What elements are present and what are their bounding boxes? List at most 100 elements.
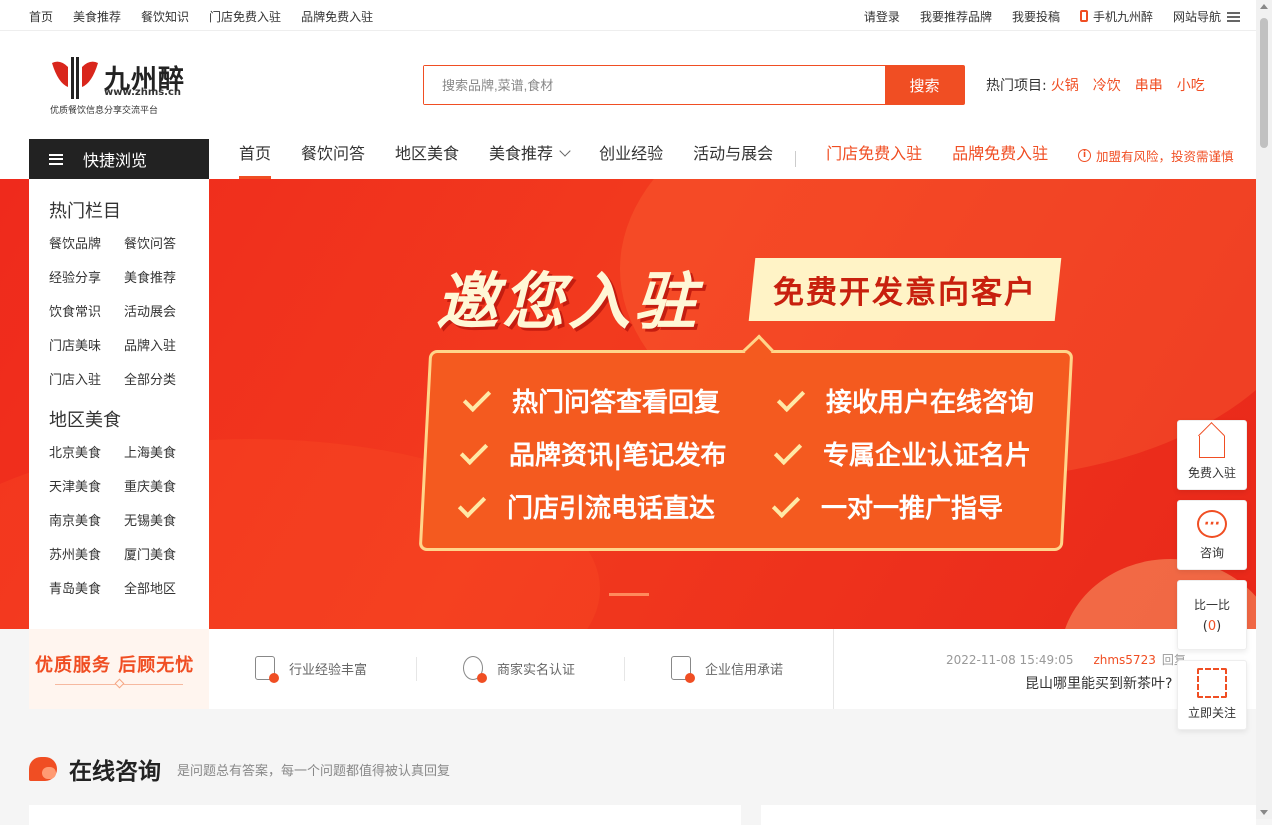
hot-item[interactable]: 小吃: [1177, 75, 1205, 95]
hot-item[interactable]: 冷饮: [1093, 75, 1121, 95]
float-consult-button[interactable]: ··· 咨询: [1177, 500, 1247, 570]
reply-time: 2022-11-08 15:49:05: [946, 653, 1074, 667]
chat-bubble-icon: [29, 757, 57, 781]
sidebar-item[interactable]: 重庆美食: [124, 476, 199, 495]
top-link-brand-join[interactable]: 品牌免费入驻: [301, 8, 373, 25]
info-icon: i: [1078, 149, 1091, 162]
sidebar-item[interactable]: 品牌入驻: [124, 335, 199, 354]
banner-feature-text: 专属企业认证名片: [823, 441, 1032, 471]
region-food-list: 北京美食 上海美食 天津美食 重庆美食 南京美食 无锡美食 苏州美食 厦门美食 …: [29, 442, 209, 597]
chevron-down-icon: [559, 145, 571, 157]
risk-warning-text: 加盟有风险，投资需谨慎: [1096, 149, 1234, 164]
hot-columns-title: 热门栏目: [49, 201, 121, 222]
search-input[interactable]: [424, 66, 886, 104]
banner-feature: 门店引流电话直达: [457, 488, 715, 525]
sidebar-item[interactable]: 餐饮品牌: [49, 233, 124, 252]
top-link-recommend[interactable]: 美食推荐: [73, 8, 121, 25]
carousel-indicator[interactable]: [609, 593, 649, 596]
nav-qa[interactable]: 餐饮问答: [301, 139, 365, 179]
mobile-link[interactable]: 手机九州醉: [1079, 8, 1153, 25]
nav-recommend-label: 美食推荐: [489, 144, 554, 163]
menu-icon: [1227, 12, 1240, 22]
site-nav-link[interactable]: 网站导航: [1173, 8, 1240, 25]
check-icon: [776, 383, 806, 412]
banner-feature-text: 一对一推广指导: [821, 494, 1004, 524]
sidebar-item[interactable]: 餐饮问答: [124, 233, 199, 252]
consult-card: [761, 805, 1256, 825]
banner-feature: 热门问答查看回复: [462, 382, 720, 419]
logo[interactable]: 九州醉 www.zhms.cn 优质餐饮信息分享交流平台: [50, 55, 190, 119]
mobile-label: 手机九州醉: [1092, 10, 1153, 24]
service-strip: 优质服务 后顾无忧 行业经验丰富 商家实名认证 企业信用承诺 2022-11-0…: [29, 629, 1256, 709]
sidebar-item[interactable]: 南京美食: [49, 510, 124, 529]
sidebar-item[interactable]: 厦门美食: [124, 544, 199, 563]
recommend-brand-link[interactable]: 我要推荐品牌: [920, 8, 992, 25]
verified-user-icon: [463, 656, 487, 683]
check-icon: [773, 436, 803, 465]
sidebar-item[interactable]: 门店美味: [49, 335, 124, 354]
sidebar-item[interactable]: 青岛美食: [49, 578, 124, 597]
float-consult-label: 咨询: [1199, 546, 1224, 560]
top-link-knowledge[interactable]: 餐饮知识: [141, 8, 189, 25]
nav-region[interactable]: 地区美食: [395, 139, 459, 179]
scrollbar-thumb[interactable]: [1260, 18, 1268, 148]
sidebar-item[interactable]: 饮食常识: [49, 301, 124, 320]
search-button[interactable]: 搜索: [885, 66, 964, 104]
chat-icon: ···: [1197, 510, 1227, 538]
quick-browse-label: 快捷浏览: [83, 151, 148, 170]
nav-recommend[interactable]: 美食推荐: [489, 139, 571, 179]
nav-experience[interactable]: 创业经验: [599, 139, 663, 179]
menu-icon: [49, 153, 63, 165]
sidebar-item[interactable]: 无锡美食: [124, 510, 199, 529]
sidebar-item[interactable]: 全部地区: [124, 578, 199, 597]
reply-user[interactable]: zhms5723: [1093, 653, 1155, 667]
top-link-store-join[interactable]: 门店免费入驻: [209, 8, 281, 25]
latest-question[interactable]: 昆山哪里能买到新茶叶?: [1025, 673, 1172, 693]
sidebar-item[interactable]: 全部分类: [124, 369, 199, 388]
nav-home[interactable]: 首页: [239, 139, 272, 179]
consult-card: [29, 805, 741, 825]
main-nav: 首页 餐饮问答 地区美食 美食推荐 创业经验 活动与展会 门店免费入驻 品牌免费…: [239, 139, 1078, 179]
sidebar-item[interactable]: 门店入驻: [49, 369, 124, 388]
float-compare-button[interactable]: 比一比 (0): [1177, 580, 1247, 650]
scroll-down-icon[interactable]: [1260, 810, 1268, 815]
sidebar-item[interactable]: 苏州美食: [49, 544, 124, 563]
divider: [416, 657, 417, 681]
hot-item[interactable]: 火锅: [1051, 75, 1079, 95]
sidebar-item[interactable]: 北京美食: [49, 442, 124, 461]
sidebar-item[interactable]: 活动展会: [124, 301, 199, 320]
sidebar-item[interactable]: 美食推荐: [124, 267, 199, 286]
divider: [833, 629, 834, 709]
banner-title: 邀您入驻: [436, 265, 701, 338]
sidebar-item[interactable]: 天津美食: [49, 476, 124, 495]
banner-tag: 免费开发意向客户: [748, 258, 1062, 321]
float-join-label: 免费入驻: [1187, 466, 1236, 480]
header: 九州醉 www.zhms.cn 优质餐饮信息分享交流平台 搜索 热门项目: 火锅…: [0, 31, 1256, 139]
float-follow-button[interactable]: 立即关注: [1177, 660, 1247, 730]
login-link[interactable]: 请登录: [864, 8, 900, 25]
sidebar-item[interactable]: 上海美食: [124, 442, 199, 461]
top-link-home[interactable]: 首页: [29, 8, 53, 25]
sidebar-item[interactable]: 经验分享: [49, 267, 124, 286]
quick-browse-button[interactable]: 快捷浏览: [29, 139, 209, 179]
phone-icon: [1079, 10, 1088, 22]
banner-feature-text: 品牌资讯|笔记发布: [509, 441, 727, 471]
certificate-icon: [255, 656, 279, 683]
float-join-button[interactable]: 免费入驻: [1177, 420, 1247, 490]
scrollbar[interactable]: [1256, 0, 1272, 819]
hot-item[interactable]: 串串: [1135, 75, 1163, 95]
compare-count: (0): [1202, 619, 1222, 634]
scroll-up-icon[interactable]: [1260, 4, 1268, 9]
logo-mark-icon: [52, 57, 98, 99]
join-home-icon: [1199, 436, 1225, 458]
nav-store-join[interactable]: 门店免费入驻: [826, 139, 922, 179]
banner-tag-text: 免费开发意向客户: [773, 275, 1037, 311]
submit-article-link[interactable]: 我要投稿: [1012, 8, 1060, 25]
nav-brand-join[interactable]: 品牌免费入驻: [952, 139, 1048, 179]
divider: [624, 657, 625, 681]
banner-feature: 品牌资讯|笔记发布: [459, 435, 727, 472]
service-feature-text: 行业经验丰富: [289, 662, 368, 678]
nav-events[interactable]: 活动与展会: [693, 139, 773, 179]
quality-service-banner: 优质服务 后顾无忧: [29, 629, 209, 709]
region-food-title: 地区美食: [49, 410, 121, 431]
